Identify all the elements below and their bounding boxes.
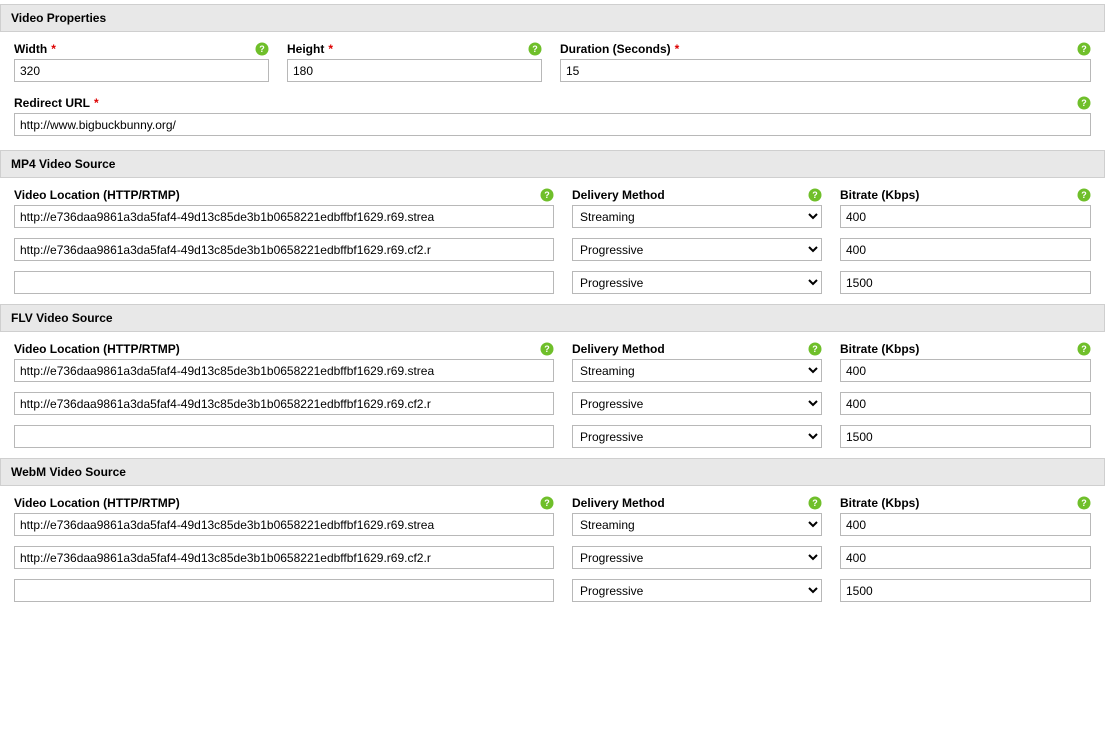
delivery-method-select[interactable]: StreamingProgressive: [572, 359, 822, 382]
bitrate-input[interactable]: [840, 205, 1091, 228]
width-label: Width*: [14, 42, 56, 56]
duration-label: Duration (Seconds)*: [560, 42, 679, 56]
width-input[interactable]: [14, 59, 269, 82]
section-header-flv: FLV Video Source: [0, 304, 1105, 332]
section-body-flv: Video Location (HTTP/RTMP)? Delivery Meth…: [0, 332, 1105, 448]
bitrate-input[interactable]: [840, 238, 1091, 261]
bitrate-label: Bitrate (Kbps): [840, 342, 919, 356]
video-location-input[interactable]: [14, 238, 554, 261]
bitrate-input[interactable]: [840, 513, 1091, 536]
source-row: StreamingProgressive: [14, 392, 1091, 415]
video-location-input[interactable]: [14, 513, 554, 536]
delivery-method-select[interactable]: StreamingProgressive: [572, 392, 822, 415]
video-location-input[interactable]: [14, 425, 554, 448]
delivery-method-select[interactable]: StreamingProgressive: [572, 238, 822, 261]
source-row: StreamingProgressive: [14, 425, 1091, 448]
height-label: Height*: [287, 42, 333, 56]
source-row: Video Location (HTTP/RTMP)? Delivery Meth…: [14, 342, 1091, 382]
source-row: StreamingProgressive: [14, 238, 1091, 261]
video-location-label: Video Location (HTTP/RTMP): [14, 188, 180, 202]
svg-text:?: ?: [1081, 98, 1087, 108]
svg-text:?: ?: [544, 498, 550, 508]
source-row: StreamingProgressive: [14, 271, 1091, 294]
delivery-method-select[interactable]: StreamingProgressive: [572, 205, 822, 228]
video-location-label: Video Location (HTTP/RTMP): [14, 496, 180, 510]
help-icon[interactable]: ?: [808, 342, 822, 356]
section-header-video-properties: Video Properties: [0, 4, 1105, 32]
redirect-url-label: Redirect URL*: [14, 96, 99, 110]
svg-text:?: ?: [1081, 190, 1087, 200]
required-marker: *: [675, 42, 680, 56]
svg-text:?: ?: [259, 44, 265, 54]
help-icon[interactable]: ?: [1077, 96, 1091, 110]
svg-text:?: ?: [544, 190, 550, 200]
delivery-method-select[interactable]: StreamingProgressive: [572, 579, 822, 602]
delivery-method-label: Delivery Method: [572, 188, 665, 202]
help-icon[interactable]: ?: [528, 42, 542, 56]
delivery-method-select[interactable]: StreamingProgressive: [572, 271, 822, 294]
bitrate-input[interactable]: [840, 425, 1091, 448]
video-location-input[interactable]: [14, 392, 554, 415]
help-icon[interactable]: ?: [540, 496, 554, 510]
section-title: WebM Video Source: [11, 465, 126, 479]
video-location-input[interactable]: [14, 359, 554, 382]
delivery-method-label: Delivery Method: [572, 342, 665, 356]
redirect-url-input[interactable]: [14, 113, 1091, 136]
delivery-method-select[interactable]: StreamingProgressive: [572, 546, 822, 569]
bitrate-label: Bitrate (Kbps): [840, 188, 919, 202]
help-icon[interactable]: ?: [808, 188, 822, 202]
required-marker: *: [51, 42, 56, 56]
section-header-mp4: MP4 Video Source: [0, 150, 1105, 178]
delivery-method-label: Delivery Method: [572, 496, 665, 510]
section-header-webm: WebM Video Source: [0, 458, 1105, 486]
help-icon[interactable]: ?: [1077, 496, 1091, 510]
video-location-input[interactable]: [14, 205, 554, 228]
video-location-input[interactable]: [14, 271, 554, 294]
svg-text:?: ?: [812, 498, 818, 508]
svg-text:?: ?: [1081, 44, 1087, 54]
section-title: FLV Video Source: [11, 311, 113, 325]
help-icon[interactable]: ?: [1077, 342, 1091, 356]
section-title: Video Properties: [11, 11, 106, 25]
bitrate-label: Bitrate (Kbps): [840, 496, 919, 510]
svg-text:?: ?: [532, 44, 538, 54]
section-body-mp4: Video Location (HTTP/RTMP)? Delivery Meth…: [0, 178, 1105, 294]
required-marker: *: [328, 42, 333, 56]
help-icon[interactable]: ?: [255, 42, 269, 56]
section-body-video-properties: Width* ? Height* ? Duration (S: [0, 32, 1105, 136]
duration-input[interactable]: [560, 59, 1091, 82]
source-row: Video Location (HTTP/RTMP)? Delivery Meth…: [14, 188, 1091, 228]
source-row: StreamingProgressive: [14, 579, 1091, 602]
height-input[interactable]: [287, 59, 542, 82]
svg-text:?: ?: [812, 344, 818, 354]
help-icon[interactable]: ?: [540, 188, 554, 202]
bitrate-input[interactable]: [840, 271, 1091, 294]
help-icon[interactable]: ?: [1077, 188, 1091, 202]
source-row: Video Location (HTTP/RTMP)? Delivery Meth…: [14, 496, 1091, 536]
svg-text:?: ?: [1081, 344, 1087, 354]
bitrate-input[interactable]: [840, 359, 1091, 382]
help-icon[interactable]: ?: [540, 342, 554, 356]
video-location-input[interactable]: [14, 546, 554, 569]
bitrate-input[interactable]: [840, 546, 1091, 569]
help-icon[interactable]: ?: [808, 496, 822, 510]
svg-text:?: ?: [1081, 498, 1087, 508]
video-location-input[interactable]: [14, 579, 554, 602]
video-location-label: Video Location (HTTP/RTMP): [14, 342, 180, 356]
section-body-webm: Video Location (HTTP/RTMP)? Delivery Meth…: [0, 486, 1105, 602]
section-title: MP4 Video Source: [11, 157, 115, 171]
svg-text:?: ?: [812, 190, 818, 200]
delivery-method-select[interactable]: StreamingProgressive: [572, 425, 822, 448]
svg-text:?: ?: [544, 344, 550, 354]
bitrate-input[interactable]: [840, 392, 1091, 415]
source-row: StreamingProgressive: [14, 546, 1091, 569]
help-icon[interactable]: ?: [1077, 42, 1091, 56]
delivery-method-select[interactable]: StreamingProgressive: [572, 513, 822, 536]
bitrate-input[interactable]: [840, 579, 1091, 602]
required-marker: *: [94, 96, 99, 110]
